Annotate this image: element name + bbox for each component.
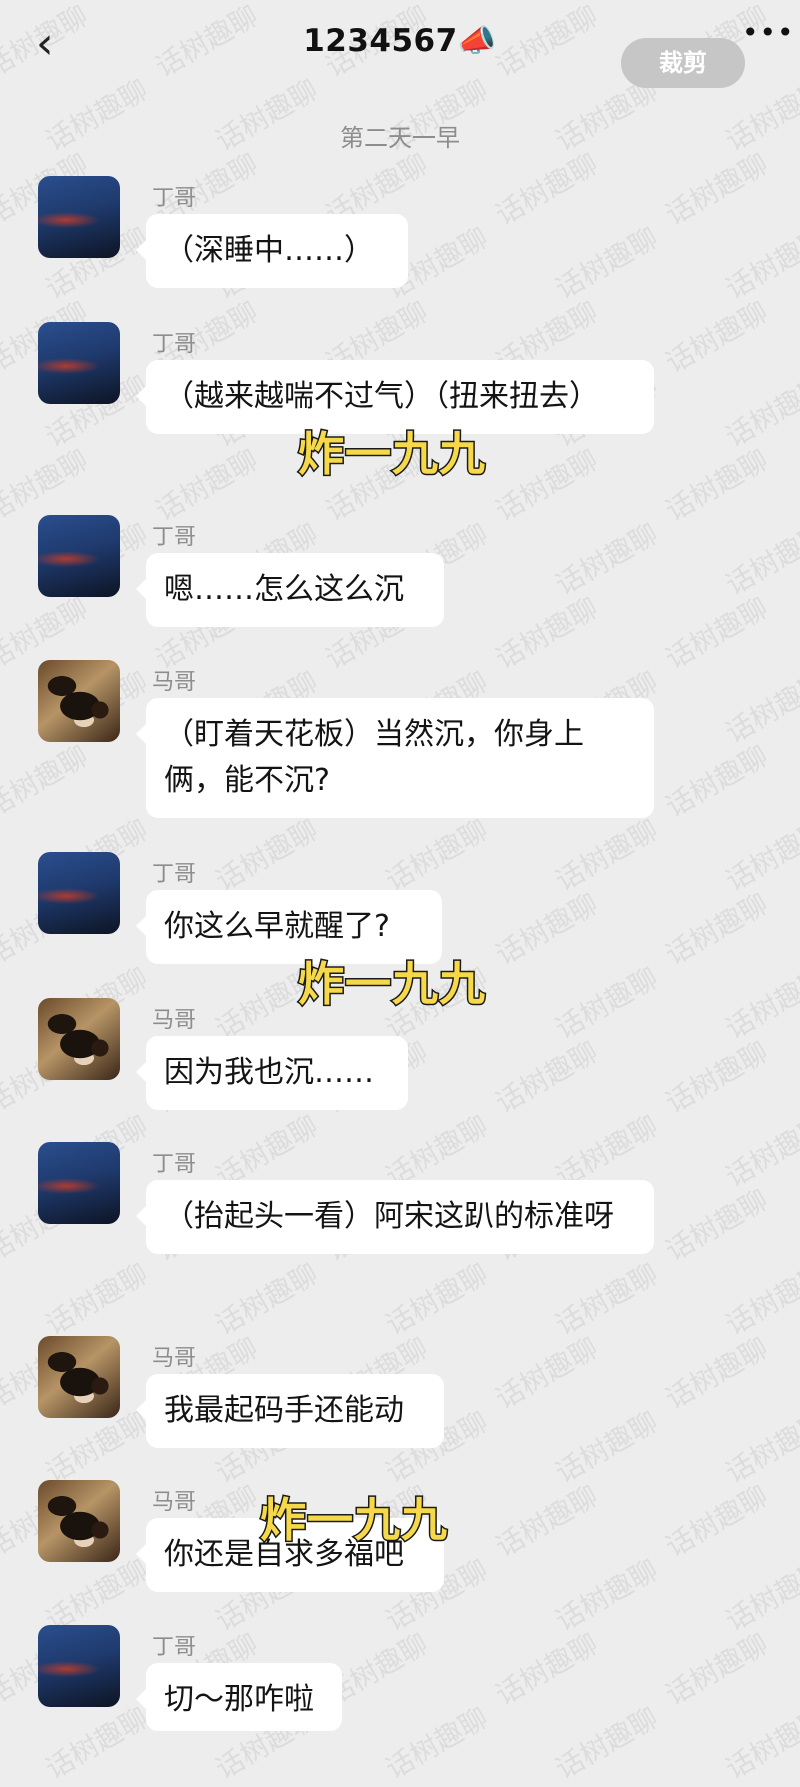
sender-name: 丁哥	[152, 862, 197, 887]
watermark-text: 话树趣聊	[550, 961, 664, 1046]
sender-name: 丁哥	[152, 1635, 197, 1660]
overlay-caption: 炸一九九	[259, 1492, 449, 1549]
watermark-text: 话树趣聊	[720, 1701, 800, 1786]
watermark-text: 话树趣聊	[550, 813, 664, 898]
chat-header: ‹ 1234567📣 裁剪 •••	[0, 0, 800, 90]
watermark-text: 话树趣聊	[490, 887, 604, 972]
watermark-text: 话树趣聊	[660, 1627, 774, 1712]
watermark-text: 话树趣聊	[490, 1627, 604, 1712]
watermark-text: 话树趣聊	[660, 739, 774, 824]
watermark-text: 话树趣聊	[150, 443, 264, 528]
watermark-text: 话树趣聊	[380, 813, 494, 898]
watermark-text: 话树趣聊	[720, 221, 800, 306]
message-bubble[interactable]: 我最起码手还能动	[136, 1374, 444, 1448]
more-options-icon[interactable]: •••	[742, 16, 795, 49]
avatar[interactable]	[38, 1336, 120, 1418]
watermark-text: 话树趣聊	[720, 369, 800, 454]
avatar[interactable]	[38, 1480, 120, 1562]
message-bubble[interactable]: （盯着天花板）当然沉，你身上俩，能不沉?	[136, 698, 654, 818]
watermark-text: 话树趣聊	[660, 443, 774, 528]
sender-name: 马哥	[152, 1008, 197, 1033]
watermark-text: 话树趣聊	[40, 1257, 154, 1342]
overlay-caption: 炸一九九	[297, 426, 487, 483]
watermark-text: 话树趣聊	[660, 1035, 774, 1120]
watermark-text: 话树趣聊	[660, 591, 774, 676]
message-bubble[interactable]: 因为我也沉……	[136, 1036, 408, 1110]
watermark-text: 话树趣聊	[720, 813, 800, 898]
sender-name: 丁哥	[152, 525, 197, 550]
watermark-text: 话树趣聊	[380, 1701, 494, 1786]
sender-name: 丁哥	[152, 332, 197, 357]
watermark-text: 话树趣聊	[380, 1257, 494, 1342]
watermark-text: 话树趣聊	[490, 591, 604, 676]
watermark-text: 话树趣聊	[550, 517, 664, 602]
avatar[interactable]	[38, 322, 120, 404]
message-bubble[interactable]: 切～那咋啦	[136, 1663, 342, 1731]
watermark-text: 话树趣聊	[660, 295, 774, 380]
sender-name: 丁哥	[152, 186, 197, 211]
avatar[interactable]	[38, 1625, 120, 1707]
watermark-text: 话树趣聊	[720, 961, 800, 1046]
watermark-text: 话树趣聊	[660, 887, 774, 972]
watermark-text: 话树趣聊	[720, 517, 800, 602]
watermark-text: 话树趣聊	[490, 1479, 604, 1564]
sender-name: 马哥	[152, 1490, 197, 1515]
watermark-text: 话树趣聊	[720, 1553, 800, 1638]
message-bubble[interactable]: （抬起头一看）阿宋这趴的标准呀	[136, 1180, 654, 1254]
watermark-text: 话树趣聊	[550, 1405, 664, 1490]
watermark-text: 话树趣聊	[720, 1109, 800, 1194]
watermark-text: 话树趣聊	[210, 1257, 324, 1342]
watermark-text: 话树趣聊	[210, 813, 324, 898]
avatar[interactable]	[38, 176, 120, 258]
watermark-text: 话树趣聊	[550, 1257, 664, 1342]
watermark-text: 话树趣聊	[660, 1183, 774, 1268]
watermark-text: 话树趣聊	[660, 147, 774, 232]
watermark-text: 话树趣聊	[490, 443, 604, 528]
crop-button[interactable]: 裁剪	[621, 38, 745, 88]
watermark-text: 话树趣聊	[490, 1035, 604, 1120]
message-bubble[interactable]: （深睡中……）	[136, 214, 408, 288]
watermark-text: 话树趣聊	[660, 1331, 774, 1416]
avatar[interactable]	[38, 852, 120, 934]
message-bubble[interactable]: 嗯……怎么这么沉	[136, 553, 444, 627]
avatar[interactable]	[38, 1142, 120, 1224]
sender-name: 马哥	[152, 670, 197, 695]
watermark-text: 话树趣聊	[550, 1701, 664, 1786]
sender-name: 马哥	[152, 1346, 197, 1371]
watermark-text: 话树趣聊	[720, 665, 800, 750]
watermark-text: 话树趣聊	[490, 147, 604, 232]
avatar[interactable]	[38, 660, 120, 742]
watermark-text: 话树趣聊	[550, 221, 664, 306]
avatar[interactable]	[38, 515, 120, 597]
sender-name: 丁哥	[152, 1152, 197, 1177]
watermark-text: 话树趣聊	[0, 739, 94, 824]
avatar[interactable]	[38, 998, 120, 1080]
timestamp: 第二天一早	[340, 124, 460, 152]
watermark-text: 话树趣聊	[40, 1701, 154, 1786]
watermark-text: 话树趣聊	[550, 1553, 664, 1638]
watermark-text: 话树趣聊	[720, 1405, 800, 1490]
watermark-text: 话树趣聊	[660, 1479, 774, 1564]
watermark-text: 话树趣聊	[720, 1257, 800, 1342]
watermark-text: 话树趣聊	[490, 1331, 604, 1416]
overlay-caption: 炸一九九	[297, 956, 487, 1013]
